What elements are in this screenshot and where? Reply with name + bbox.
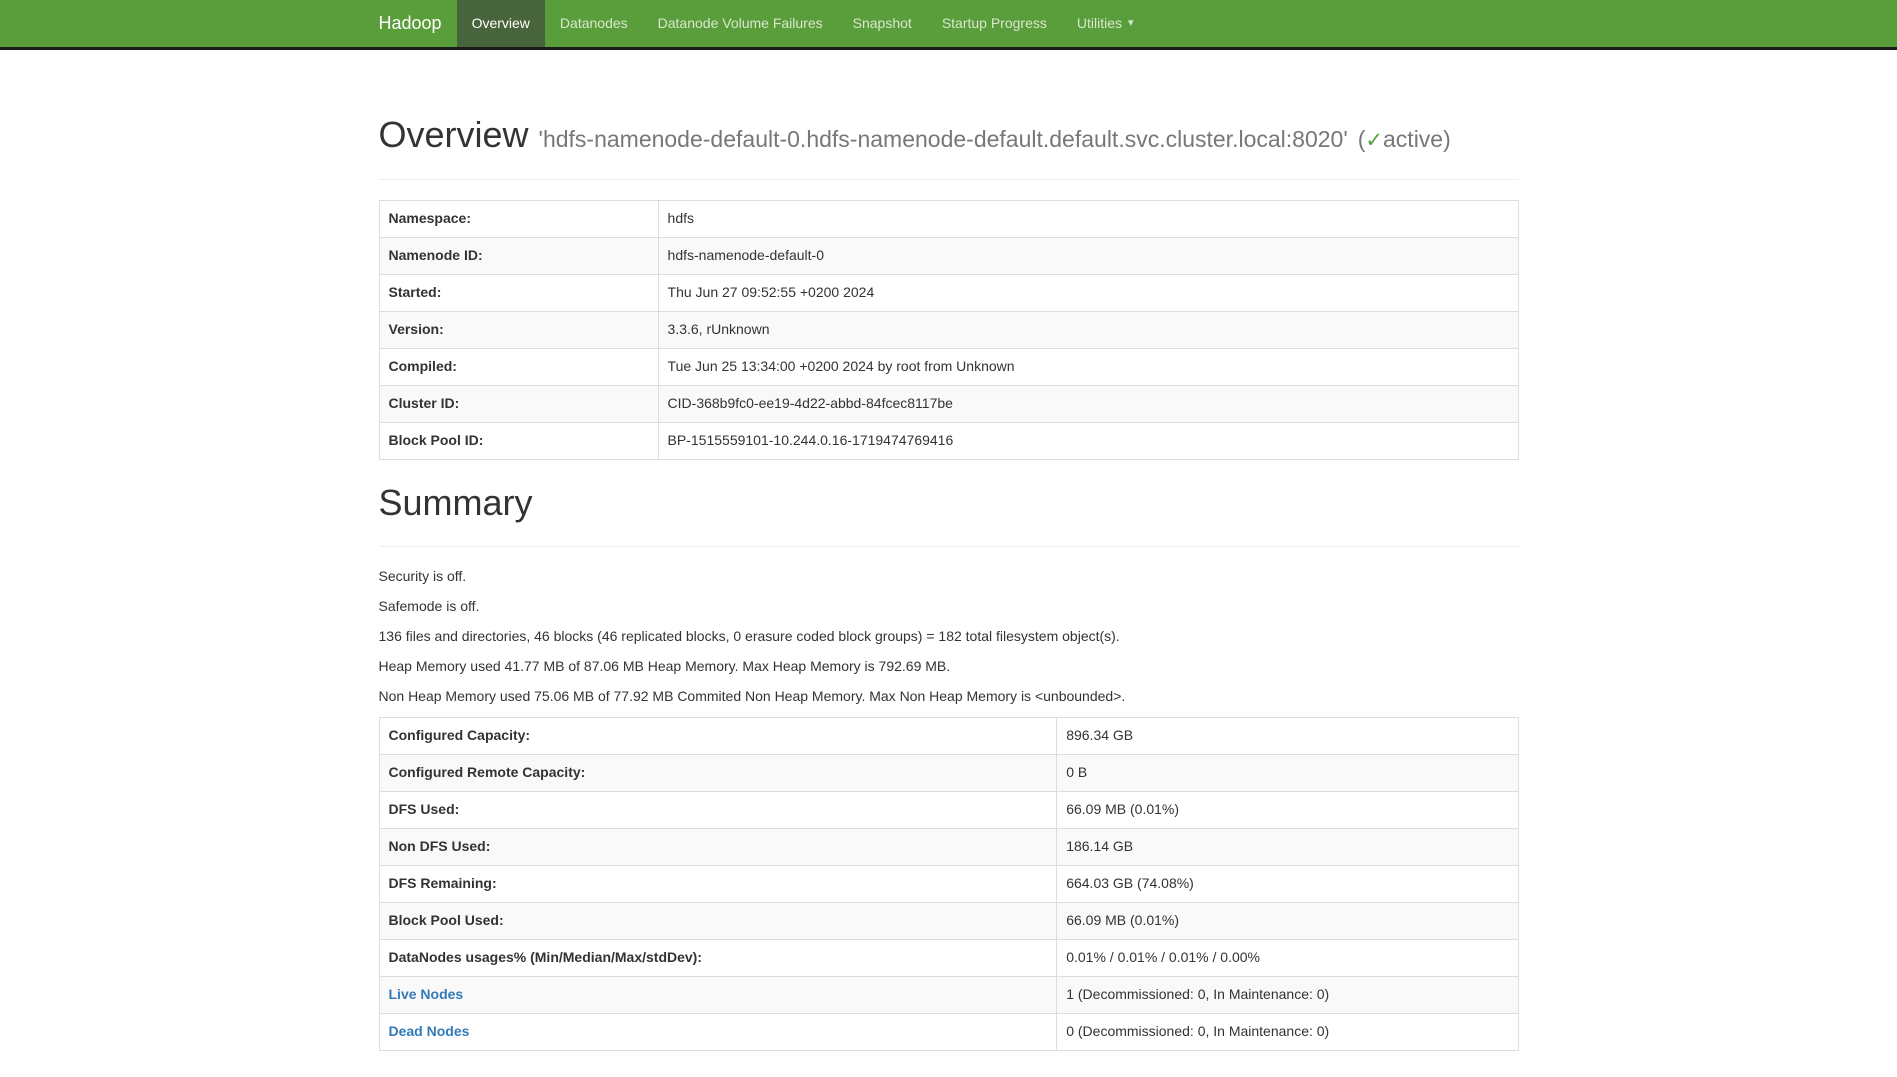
summary-line: Security is off. bbox=[379, 567, 1519, 587]
info-row-value: hdfs-namenode-default-0 bbox=[658, 237, 1518, 274]
table-row: DFS Remaining: 664.03 GB (74.08%) bbox=[379, 866, 1518, 903]
summary-row-label: Block Pool Used: bbox=[379, 903, 1057, 940]
table-row: Namenode ID: hdfs-namenode-default-0 bbox=[379, 237, 1518, 274]
info-row-value: 3.3.6, rUnknown bbox=[658, 311, 1518, 348]
summary-row-value: 0 (Decommissioned: 0, In Maintenance: 0) bbox=[1057, 1014, 1518, 1051]
table-row: Live Nodes 1 (Decommissioned: 0, In Main… bbox=[379, 977, 1518, 1014]
summary-row-label: Non DFS Used: bbox=[379, 829, 1057, 866]
title-divider bbox=[379, 179, 1519, 180]
summary-row-value: 66.09 MB (0.01%) bbox=[1057, 792, 1518, 829]
namenode-status: (✓active) bbox=[1358, 126, 1451, 152]
info-row-value: CID-368b9fc0-ee19-4d22-abbd-84fcec8117be bbox=[658, 385, 1518, 422]
summary-row-label: DFS Remaining: bbox=[379, 866, 1057, 903]
navbar-item: Startup Progress bbox=[927, 0, 1062, 47]
hadoop-brand[interactable]: Hadoop bbox=[379, 0, 457, 47]
summary-row-label: DataNodes usages% (Min/Median/Max/stdDev… bbox=[379, 940, 1057, 977]
table-row: Cluster ID: CID-368b9fc0-ee19-4d22-abbd-… bbox=[379, 385, 1518, 422]
table-row: DFS Used: 66.09 MB (0.01%) bbox=[379, 792, 1518, 829]
table-row: Non DFS Used: 186.14 GB bbox=[379, 829, 1518, 866]
navbar-item: Datanode Volume Failures bbox=[643, 0, 838, 47]
summary-row-value: 1 (Decommissioned: 0, In Maintenance: 0) bbox=[1057, 977, 1518, 1014]
summary-row-label: Configured Remote Capacity: bbox=[379, 755, 1057, 792]
summary-divider bbox=[379, 546, 1519, 547]
table-row: Namespace: hdfs bbox=[379, 200, 1518, 237]
navbar-link-label: Snapshot bbox=[853, 14, 912, 34]
table-row: Dead Nodes 0 (Decommissioned: 0, In Main… bbox=[379, 1014, 1518, 1051]
info-row-label: Compiled: bbox=[379, 348, 658, 385]
info-row-label: Namespace: bbox=[379, 200, 658, 237]
table-row: Block Pool ID: BP-1515559101-10.244.0.16… bbox=[379, 422, 1518, 459]
table-row: Configured Capacity: 896.34 GB bbox=[379, 718, 1518, 755]
info-row-label: Version: bbox=[379, 311, 658, 348]
info-row-label: Namenode ID: bbox=[379, 237, 658, 274]
info-row-label: Block Pool ID: bbox=[379, 422, 658, 459]
page-title-block: Overview 'hdfs-namenode-default-0.hdfs-n… bbox=[379, 112, 1519, 159]
summary-line: Heap Memory used 41.77 MB of 87.06 MB He… bbox=[379, 657, 1519, 677]
info-row-value: Thu Jun 27 09:52:55 +0200 2024 bbox=[658, 274, 1518, 311]
caret-down-icon: ▾ bbox=[1128, 18, 1134, 29]
status-active-label: active) bbox=[1383, 126, 1451, 152]
info-row-value: hdfs bbox=[658, 200, 1518, 237]
table-row: Started: Thu Jun 27 09:52:55 +0200 2024 bbox=[379, 274, 1518, 311]
summary-row-label: Configured Capacity: bbox=[379, 718, 1057, 755]
navbar-menu: Overview Datanodes Datanode Volume Failu… bbox=[457, 0, 1149, 47]
navbar-link-label: Datanode Volume Failures bbox=[658, 14, 823, 34]
navbar-link-label: Overview bbox=[472, 14, 530, 34]
navbar-item: Snapshot bbox=[838, 0, 927, 47]
table-row: Configured Remote Capacity: 0 B bbox=[379, 755, 1518, 792]
navbar-link-label: Startup Progress bbox=[942, 14, 1047, 34]
info-row-value: BP-1515559101-10.244.0.16-1719474769416 bbox=[658, 422, 1518, 459]
summary-row-value: 0.01% / 0.01% / 0.01% / 0.00% bbox=[1057, 940, 1518, 977]
summary-row-value: 0 B bbox=[1057, 755, 1518, 792]
main-content: Overview 'hdfs-namenode-default-0.hdfs-n… bbox=[364, 50, 1534, 1051]
summary-line: 136 files and directories, 46 blocks (46… bbox=[379, 627, 1519, 647]
table-row: Version: 3.3.6, rUnknown bbox=[379, 311, 1518, 348]
summary-row-label: Dead Nodes bbox=[379, 1014, 1057, 1051]
navbar-link[interactable]: Datanodes bbox=[545, 0, 643, 47]
navbar-link[interactable]: Overview bbox=[457, 0, 545, 47]
navbar-link[interactable]: Snapshot bbox=[838, 0, 927, 47]
navbar-item: Datanodes bbox=[545, 0, 643, 47]
navbar-link-label: Utilities bbox=[1077, 14, 1122, 34]
summary-row-value: 66.09 MB (0.01%) bbox=[1057, 903, 1518, 940]
navbar-link[interactable]: Startup Progress bbox=[927, 0, 1062, 47]
summary-paragraphs: Security is off. Safemode is off. 136 fi… bbox=[379, 567, 1519, 707]
cluster-summary-table: Configured Capacity: 896.34 GB Configure… bbox=[379, 717, 1519, 1051]
page-title: Overview bbox=[379, 114, 529, 155]
navbar-link[interactable]: Utilities ▾ bbox=[1062, 0, 1149, 47]
info-row-value: Tue Jun 25 13:34:00 +0200 2024 by root f… bbox=[658, 348, 1518, 385]
summary-heading: Summary bbox=[379, 480, 1519, 527]
navbar-item: Overview bbox=[457, 0, 545, 47]
summary-row-value: 664.03 GB (74.08%) bbox=[1057, 866, 1518, 903]
table-row: Block Pool Used: 66.09 MB (0.01%) bbox=[379, 903, 1518, 940]
navbar-link[interactable]: Datanode Volume Failures bbox=[643, 0, 838, 47]
summary-line: Non Heap Memory used 75.06 MB of 77.92 M… bbox=[379, 687, 1519, 707]
top-navbar: Hadoop Overview Datanodes bbox=[0, 0, 1897, 50]
summary-line: Safemode is off. bbox=[379, 597, 1519, 617]
info-row-label: Started: bbox=[379, 274, 658, 311]
active-check-icon: ✓ bbox=[1365, 129, 1383, 152]
navbar-item: Utilities ▾ bbox=[1062, 0, 1149, 47]
table-row: DataNodes usages% (Min/Median/Max/stdDev… bbox=[379, 940, 1518, 977]
navbar-link-label: Datanodes bbox=[560, 14, 628, 34]
info-row-label: Cluster ID: bbox=[379, 385, 658, 422]
summary-row-value: 186.14 GB bbox=[1057, 829, 1518, 866]
summary-row-label: Live Nodes bbox=[379, 977, 1057, 1014]
namenode-address: 'hdfs-namenode-default-0.hdfs-namenode-d… bbox=[539, 126, 1348, 152]
summary-row-value: 896.34 GB bbox=[1057, 718, 1518, 755]
table-row: Compiled: Tue Jun 25 13:34:00 +0200 2024… bbox=[379, 348, 1518, 385]
namenode-info-table: Namespace: hdfs Namenode ID: hdfs-nameno… bbox=[379, 200, 1519, 460]
summary-row-label: DFS Used: bbox=[379, 792, 1057, 829]
